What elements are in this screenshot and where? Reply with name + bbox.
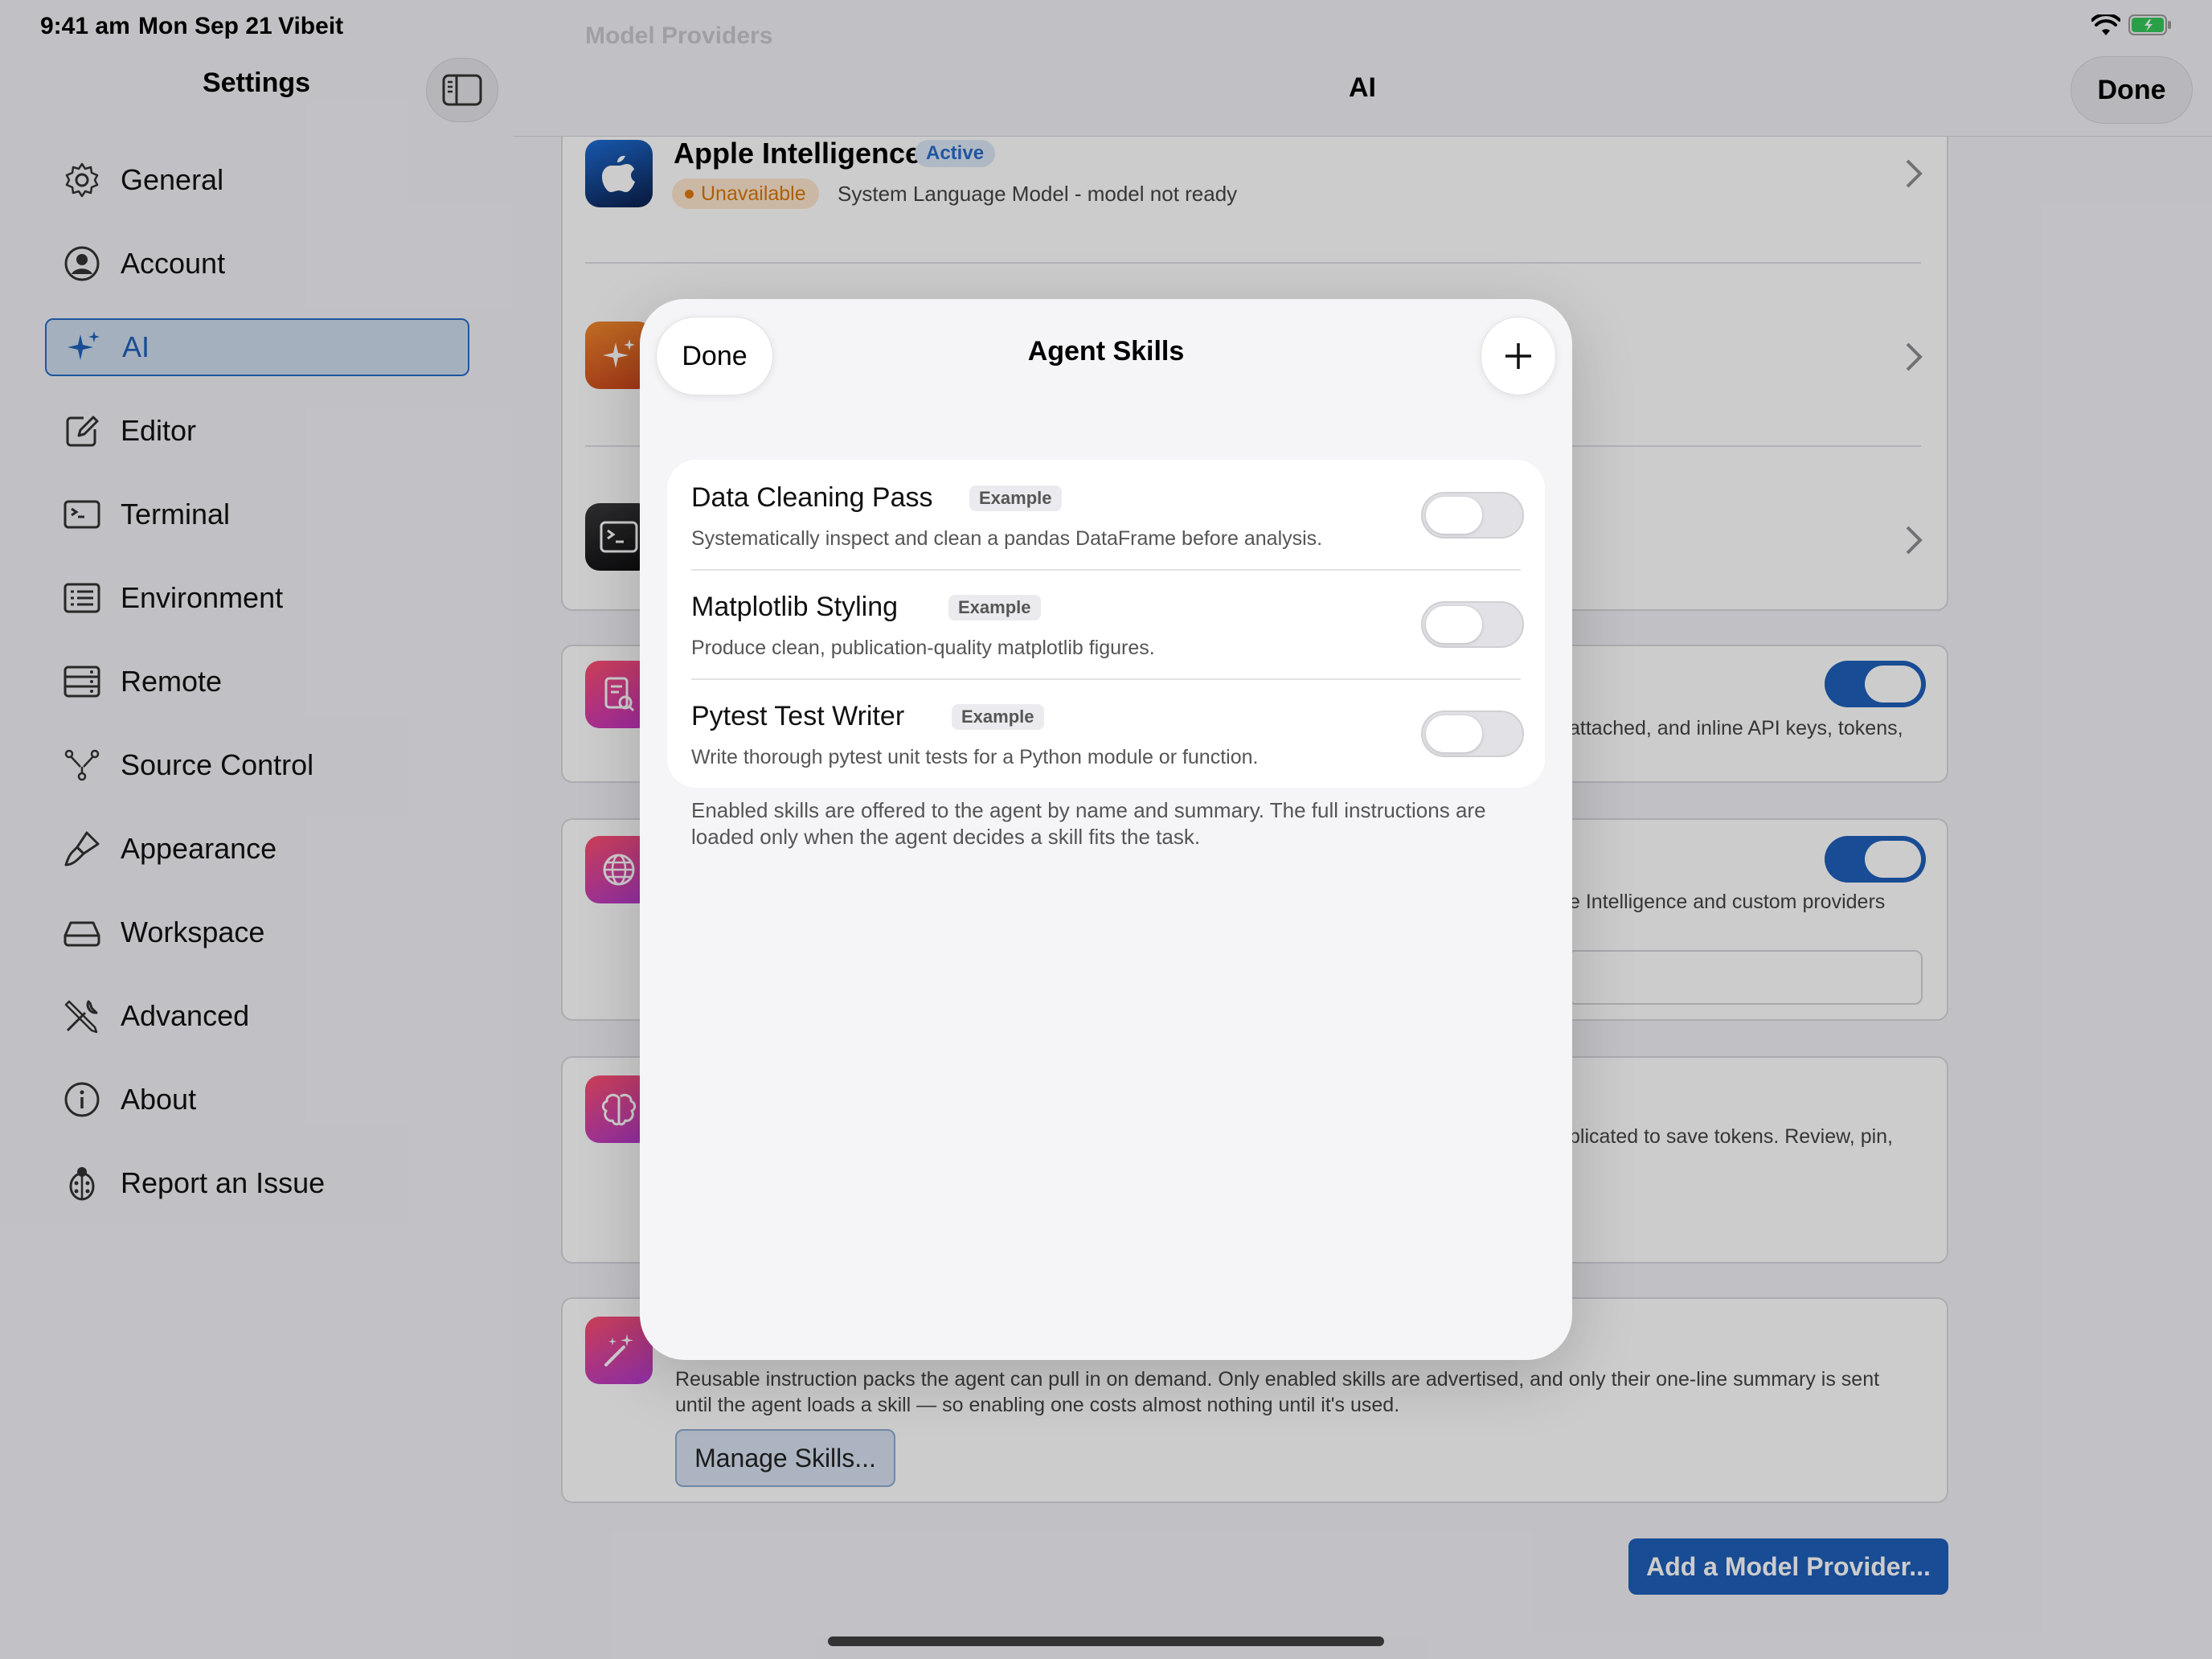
agent-skills-sheet: Done Agent Skills Data Cleaning Pass Exa… (640, 299, 1572, 1360)
skills-list: Data Cleaning Pass Example Systematicall… (667, 460, 1545, 788)
example-badge: Example (948, 595, 1041, 621)
skill-name: Pytest Test Writer (691, 701, 905, 731)
list-item: Matplotlib Styling Example Produce clean… (667, 569, 1545, 678)
skill-toggle[interactable] (1421, 711, 1524, 757)
add-skill-button[interactable] (1481, 317, 1556, 395)
example-badge: Example (969, 485, 1062, 511)
skill-toggle[interactable] (1421, 492, 1524, 539)
skill-description: Systematically inspect and clean a panda… (691, 527, 1323, 550)
modal-title: Agent Skills (1027, 336, 1185, 367)
plus-icon (1505, 343, 1531, 369)
example-badge: Example (952, 704, 1044, 730)
list-item: Pytest Test Writer Example Write thoroug… (667, 678, 1545, 788)
list-item: Data Cleaning Pass Example Systematicall… (667, 460, 1545, 569)
skill-toggle[interactable] (1421, 601, 1524, 648)
skill-name: Matplotlib Styling (691, 592, 899, 622)
skill-description: Write thorough pytest unit tests for a P… (691, 746, 1259, 768)
skill-description: Produce clean, publication-quality matpl… (691, 637, 1155, 659)
home-indicator[interactable] (828, 1636, 1384, 1646)
skills-footer-note: Enabled skills are offered to the agent … (691, 798, 1486, 849)
skill-name: Data Cleaning Pass (691, 482, 933, 513)
